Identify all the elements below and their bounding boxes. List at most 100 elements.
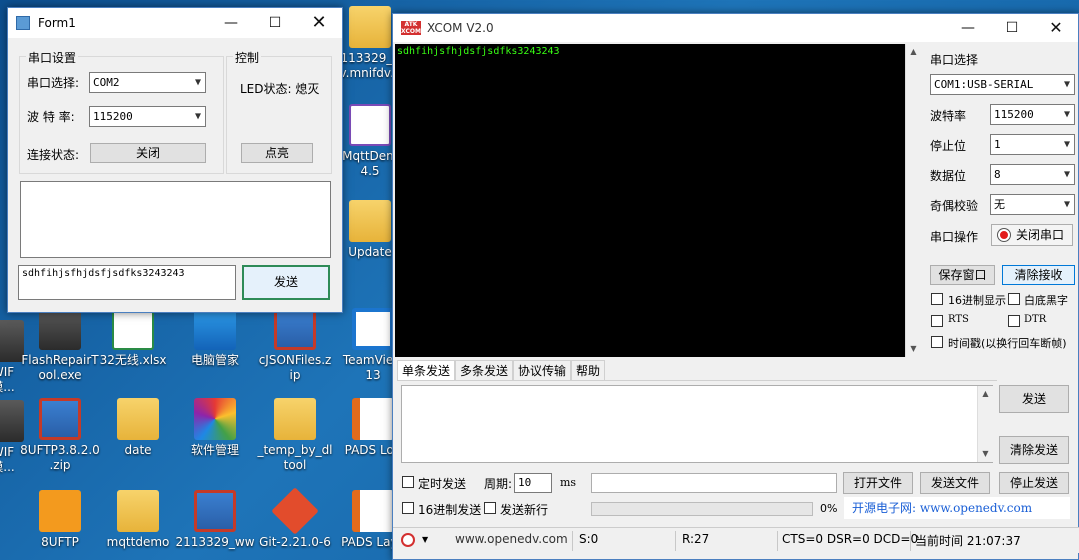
port-value: COM1:USB-SERIAL [934,78,1034,91]
xcom-titlebar[interactable]: ATK XCOM XCOM V2.0 — ☐ ✕ [393,14,1078,42]
white-black-checkbox[interactable] [1008,293,1020,305]
status-sent-count: S:0 [579,532,599,546]
data-bits-label: 数据位 [930,169,967,183]
scroll-down-icon[interactable]: ▼ [978,446,993,462]
form1-title: Form1 [38,16,76,30]
timestamp-checkbox[interactable] [931,336,943,348]
dropdown-arrow-icon[interactable]: ▼ [422,535,428,544]
desktop-icon[interactable]: 2113329_ww [172,490,258,550]
desktop-icon[interactable]: 电脑管家 [172,308,258,368]
hex-send-label: 16进制发送 [418,503,482,517]
port-op-label: 串口操作 [930,230,979,244]
close-button[interactable]: ✕ [1034,14,1078,42]
openedv-banner[interactable]: 开源电子网: www.openedv.com [844,497,1070,519]
tab-protocol[interactable]: 协议传输 [513,360,572,381]
scroll-down-icon[interactable]: ▼ [906,341,921,357]
control-label: 控制 [233,49,262,66]
xcom-send-button[interactable]: 发送 [999,385,1069,413]
desktop-icon-label: 软件管理 [190,443,239,457]
open-file-button[interactable]: 打开文件 [843,472,913,494]
tab-help[interactable]: 帮助 [571,360,606,381]
desktop-icon[interactable]: _temp_by_dl tool [252,398,338,473]
stop-bits-label: 停止位 [930,139,967,153]
settings-gear-icon[interactable] [401,533,415,547]
white-black-label: 白底黑字 [1024,294,1068,307]
close-button[interactable]: ✕ [297,8,341,38]
desktop-icon[interactable]: 8UFTP3.8.2.0 .zip [17,398,103,473]
dtr-checkbox[interactable] [1008,315,1020,327]
receive-textbox[interactable] [20,181,331,258]
send-scrollbar[interactable]: ▲ ▼ [977,386,993,462]
hex-display-label: 16进制显示 [948,294,1006,307]
desktop-icon-label: 8UFTP3.8.2.0 .zip [20,443,100,472]
receive-scrollbar[interactable]: ▲ ▼ [905,44,921,357]
desktop-icon[interactable]: 8UFTP [17,490,103,550]
file-path-input[interactable] [591,473,837,493]
stop-send-button[interactable]: 停止发送 [999,472,1069,494]
form1-window: Form1 — ☐ ✕ 串口设置 串口选择: COM2 ▼ 波 特 率: 1152… [7,7,343,313]
minimize-button[interactable]: — [209,8,253,38]
receive-area[interactable]: sdhfihjsfhjdsfjsdfks3243243 [395,44,906,357]
port-select-label: 串口选择 [930,53,979,67]
close-connection-button[interactable]: 关闭 [90,143,206,163]
parity-label: 奇偶校验 [930,199,979,213]
period-input[interactable]: 10 [514,473,552,493]
period-unit: ms [560,476,577,489]
port-select[interactable]: COM1:USB-SERIAL ▼ [930,74,1075,95]
status-separator [910,531,911,551]
folder-icon [117,490,159,532]
desktop-icon-label: mqttdemo [106,535,170,549]
close-port-button[interactable]: 关闭串口 [991,224,1073,246]
teamviewer-icon [352,308,394,350]
send-newline-checkbox[interactable] [484,502,496,514]
hex-send-checkbox[interactable] [402,502,414,514]
save-window-button[interactable]: 保存窗口 [930,265,995,285]
light-on-button[interactable]: 点亮 [241,143,313,163]
baud-select[interactable]: 115200 ▼ [89,106,206,127]
send-textbox[interactable]: sdhfihjsfhjdsfjsdfks3243243 [18,265,236,300]
tab-multi-send[interactable]: 多条发送 [455,360,514,381]
baud-value: 115200 [93,110,133,123]
rts-label: RTS [948,314,969,325]
desktop-icon[interactable]: Git-2.21.0-6 [252,487,338,550]
scroll-up-icon[interactable]: ▲ [906,44,921,60]
port-select[interactable]: COM2 ▼ [89,72,206,93]
serial-settings-label: 串口设置 [26,49,79,66]
send-tabs: 单条发送 多条发送 协议传输 帮助 [397,360,606,381]
parity-select[interactable]: 无 ▼ [990,194,1075,215]
conn-status-label: 连接状态: [27,148,80,162]
desktop-icon[interactable]: 软件管理 [172,398,258,458]
form1-titlebar[interactable]: Form1 — ☐ ✕ [8,8,342,38]
send-button[interactable]: 发送 [242,265,330,300]
rts-checkbox[interactable] [931,315,943,327]
send-input[interactable] [401,385,993,463]
chevron-down-icon: ▼ [1063,199,1070,210]
status-bar: ▼ www.openedv.com S:0 R:27 CTS=0 DSR=0 D… [393,527,1079,553]
form-app-icon [16,16,30,30]
minimize-button[interactable]: — [946,14,990,42]
maximize-button[interactable]: ☐ [253,8,297,38]
timed-send-label: 定时发送 [418,477,467,491]
desktop-icon[interactable]: cJSONFiles.z ip [252,308,338,383]
flash-repair-icon [39,308,81,350]
hex-display-checkbox[interactable] [931,293,943,305]
status-url[interactable]: www.openedv.com [455,532,568,546]
timed-send-checkbox[interactable] [402,476,414,488]
baud-label: 波 特 率: [27,110,75,124]
clear-receive-button[interactable]: 清除接收 [1002,265,1075,285]
baud-select[interactable]: 115200 ▼ [990,104,1075,125]
desktop-icon-label: 电脑管家 [190,353,239,367]
maximize-button[interactable]: ☐ [990,14,1034,42]
data-bits-select[interactable]: 8 ▼ [990,164,1075,185]
desktop-icon[interactable]: 32无线.xlsx [90,308,176,368]
desktop-icon-label: 2113329_ww [175,535,255,549]
desktop-icon[interactable]: date [95,398,181,458]
tab-single-send[interactable]: 单条发送 [397,360,456,381]
send-file-button[interactable]: 发送文件 [920,472,990,494]
desktop-icon[interactable]: mqttdemo [95,490,181,550]
pads-icon [352,490,394,532]
clear-send-button[interactable]: 清除发送 [999,436,1069,464]
stop-bits-select[interactable]: 1 ▼ [990,134,1075,155]
status-received-count: R:27 [682,532,710,546]
scroll-up-icon[interactable]: ▲ [978,386,993,402]
